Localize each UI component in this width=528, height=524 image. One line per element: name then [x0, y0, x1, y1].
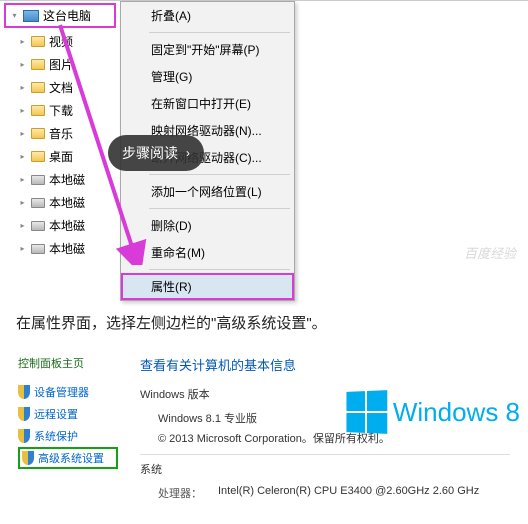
- menu-item-2[interactable]: 固定到"开始"屏幕(P): [121, 36, 294, 63]
- menu-item-13[interactable]: 属性(R): [121, 273, 294, 300]
- tree-item-label: 下载: [49, 102, 73, 119]
- expand-icon[interactable]: ▸: [18, 221, 27, 230]
- folder-icon: [31, 36, 45, 47]
- expand-icon[interactable]: ▸: [18, 106, 27, 115]
- sidebar-link-1[interactable]: 远程设置: [18, 403, 118, 425]
- drive-icon: [31, 221, 45, 231]
- menu-item-0[interactable]: 折叠(A): [121, 2, 294, 29]
- tree-item-9[interactable]: ▸ 本地磁: [0, 237, 120, 260]
- tree-root-label: 这台电脑: [43, 7, 91, 24]
- tree-item-8[interactable]: ▸ 本地磁: [0, 214, 120, 237]
- pc-icon: [23, 10, 39, 22]
- folder-icon: [31, 82, 45, 93]
- shield-icon: [18, 407, 30, 421]
- expand-icon[interactable]: ▸: [18, 37, 27, 46]
- expand-icon[interactable]: ▸: [18, 83, 27, 92]
- tree-item-4[interactable]: ▸ 音乐: [0, 122, 120, 145]
- expand-icon[interactable]: ▸: [18, 175, 27, 184]
- folder-icon: [31, 105, 45, 116]
- tree-item-7[interactable]: ▸ 本地磁: [0, 191, 120, 214]
- cpu-value: Intel(R) Celeron(R) CPU E3400 @2.60GHz 2…: [218, 485, 479, 501]
- menu-separator: [149, 269, 290, 270]
- link-label: 远程设置: [34, 406, 78, 422]
- drive-icon: [31, 175, 45, 185]
- expand-icon[interactable]: ▸: [18, 129, 27, 138]
- windows-tiles-icon: [346, 390, 387, 434]
- tree-item-6[interactable]: ▸ 本地磁: [0, 168, 120, 191]
- watermark: 百度经验: [464, 243, 516, 262]
- expand-icon[interactable]: ▸: [18, 244, 27, 253]
- sidebar-link-0[interactable]: 设备管理器: [18, 381, 118, 403]
- tree-item-3[interactable]: ▸ 下载: [0, 99, 120, 122]
- windows-logo: Windows 8: [345, 391, 520, 433]
- sidebar-link-3[interactable]: 高级系统设置: [18, 447, 118, 469]
- menu-item-10[interactable]: 删除(D): [121, 212, 294, 239]
- menu-separator: [149, 32, 290, 33]
- drive-icon: [31, 244, 45, 254]
- drive-icon: [31, 198, 45, 208]
- folder-icon: [31, 128, 45, 139]
- step-badge-label: 步骤阅读: [122, 143, 178, 163]
- menu-item-4[interactable]: 在新窗口中打开(E): [121, 90, 294, 117]
- tree-item-0[interactable]: ▸ 视频: [0, 30, 120, 53]
- shield-icon: [18, 385, 30, 399]
- tree-item-1[interactable]: ▸ 图片: [0, 53, 120, 76]
- tree-item-5[interactable]: ▸ 桌面: [0, 145, 120, 168]
- menu-separator: [149, 174, 290, 175]
- cpu-label: 处理器：: [158, 485, 218, 501]
- menu-item-8[interactable]: 添加一个网络位置(L): [121, 178, 294, 205]
- menu-separator: [149, 208, 290, 209]
- tree-item-label: 音乐: [49, 125, 73, 142]
- folder-icon: [31, 151, 45, 162]
- shield-icon: [22, 451, 34, 465]
- control-panel-home[interactable]: 控制面板主页: [18, 355, 118, 371]
- divider: [140, 454, 510, 455]
- system-properties: 控制面板主页 设备管理器远程设置系统保护高级系统设置 查看有关计算机的基本信息 …: [0, 347, 528, 497]
- nav-tree: ▾ 这台电脑 ▸ 视频 ▸ 图片 ▸ 文档 ▸ 下载 ▸ 音乐 ▸ 桌面 ▸ 本地磁 ▸ 本地磁 ▸ 本地磁 ▸ 本地…: [0, 1, 120, 291]
- windows-logo-text: Windows 8: [393, 397, 520, 428]
- system-section-label: 系统: [140, 461, 510, 477]
- folder-icon: [31, 59, 45, 70]
- tree-item-label: 视频: [49, 33, 73, 50]
- tree-item-label: 本地磁: [49, 217, 85, 234]
- props-heading: 查看有关计算机的基本信息: [140, 355, 510, 374]
- link-label: 高级系统设置: [38, 450, 104, 466]
- cpu-row: 处理器： Intel(R) Celeron(R) CPU E3400 @2.60…: [140, 483, 510, 503]
- step-reading-badge[interactable]: 步骤阅读 ›: [108, 135, 204, 171]
- menu-item-11[interactable]: 重命名(M): [121, 239, 294, 266]
- link-label: 设备管理器: [34, 384, 89, 400]
- tree-root-this-pc[interactable]: ▾ 这台电脑: [4, 3, 116, 28]
- tree-item-label: 图片: [49, 56, 73, 73]
- explorer-window: ▾ 这台电脑 ▸ 视频 ▸ 图片 ▸ 文档 ▸ 下载 ▸ 音乐 ▸ 桌面 ▸ 本地磁 ▸ 本地磁 ▸ 本地磁 ▸ 本地…: [0, 0, 528, 290]
- tree-item-label: 本地磁: [49, 240, 85, 257]
- chevron-right-icon: ›: [186, 146, 190, 160]
- tree-item-2[interactable]: ▸ 文档: [0, 76, 120, 99]
- expand-icon[interactable]: ▸: [18, 152, 27, 161]
- expand-icon[interactable]: ▸: [18, 60, 27, 69]
- sidebar-link-2[interactable]: 系统保护: [18, 425, 118, 447]
- link-label: 系统保护: [34, 428, 78, 444]
- collapse-icon[interactable]: ▾: [10, 11, 19, 20]
- tree-item-label: 桌面: [49, 148, 73, 165]
- props-sidebar: 控制面板主页 设备管理器远程设置系统保护高级系统设置: [18, 355, 118, 469]
- tree-item-label: 文档: [49, 79, 73, 96]
- tree-item-label: 本地磁: [49, 194, 85, 211]
- menu-item-3[interactable]: 管理(G): [121, 63, 294, 90]
- shield-icon: [18, 429, 30, 443]
- expand-icon[interactable]: ▸: [18, 198, 27, 207]
- tree-item-label: 本地磁: [49, 171, 85, 188]
